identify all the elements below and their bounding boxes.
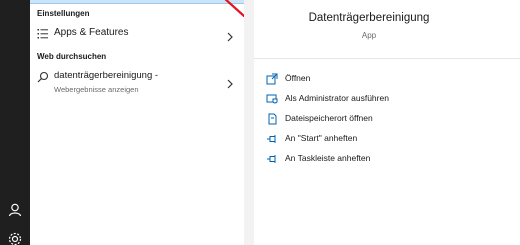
action-label: Öffnen: [285, 73, 311, 83]
action-open[interactable]: Öffnen: [266, 71, 486, 85]
search-results-pane: Einstellungen Apps & Features Web durchs…: [30, 0, 246, 245]
action-pin-to-taskbar[interactable]: An Taskleiste anheften: [266, 151, 486, 165]
result-web-search[interactable]: datenträgerbereinigung - Webergebnisse a…: [30, 68, 244, 98]
action-run-as-admin[interactable]: Als Administrator ausführen: [266, 91, 486, 105]
list-icon: [37, 27, 49, 39]
pane-gap: [244, 0, 254, 245]
action-label: Als Administrator ausführen: [285, 93, 389, 103]
file-location-icon: [266, 112, 278, 125]
action-pin-to-start[interactable]: An "Start" anheften: [266, 131, 486, 145]
result-label: Apps & Features: [54, 27, 129, 38]
shield-icon: [266, 92, 278, 104]
section-title-web: Web durchsuchen: [37, 52, 107, 61]
action-open-file-location[interactable]: Dateispeicherort öffnen: [266, 111, 486, 125]
web-query-label: datenträgerbereinigung -: [54, 70, 159, 81]
chevron-right-icon[interactable]: [226, 76, 234, 89]
pin-icon: [266, 152, 278, 164]
gear-icon[interactable]: [7, 231, 23, 245]
best-match-selected-item[interactable]: [30, 0, 244, 4]
web-results-hint: Webergebnisse anzeigen: [54, 85, 139, 94]
action-label: An "Start" anheften: [285, 133, 358, 143]
pin-icon: [266, 132, 278, 144]
divider: [254, 58, 520, 59]
app-title: Datenträgerbereinigung: [308, 12, 430, 24]
section-title-settings: Einstellungen: [37, 9, 90, 18]
user-icon[interactable]: [7, 202, 23, 218]
action-label: An Taskleiste anheften: [285, 153, 371, 163]
open-icon: [266, 72, 278, 85]
app-type: App: [361, 31, 377, 40]
search-icon: [37, 70, 49, 83]
start-left-rail: [0, 0, 30, 245]
detail-pane: Datenträgerbereinigung App Öffnen Als Ad…: [254, 0, 520, 245]
result-apps-features[interactable]: Apps & Features: [30, 24, 244, 44]
action-label: Dateispeicherort öffnen: [285, 113, 373, 123]
chevron-right-icon[interactable]: [226, 29, 234, 42]
